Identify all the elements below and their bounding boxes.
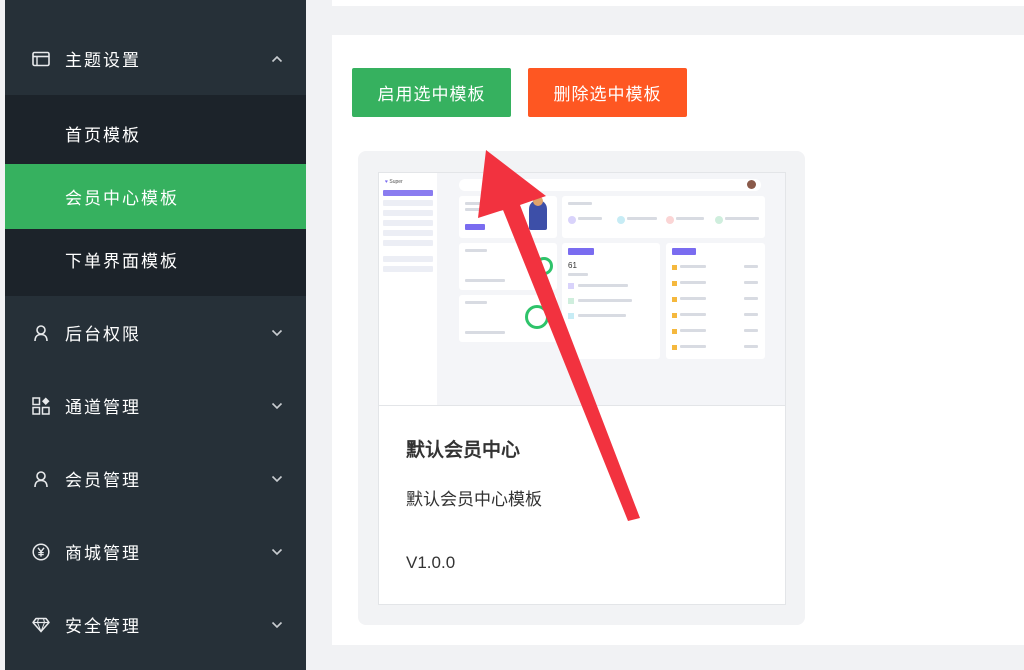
- preview-logo: ♥ Super: [385, 179, 403, 185]
- sidebar-subitem-home-template[interactable]: 首页模板: [5, 101, 306, 166]
- subitem-label: 下单界面模板: [65, 252, 179, 272]
- chevron-down-icon: [271, 327, 283, 339]
- preview-list-card: [666, 243, 765, 359]
- preview-welcome-card: [459, 196, 557, 238]
- sidebar-subitem-member-center-template[interactable]: 会员中心模板: [5, 164, 306, 229]
- template-title: 默认会员中心: [406, 439, 521, 461]
- delete-selected-template-button[interactable]: 删除选中模板: [528, 68, 687, 117]
- sidebar-subitem-order-page-template[interactable]: 下单界面模板: [5, 227, 306, 292]
- chevron-down-icon: [271, 546, 283, 558]
- user-icon: [31, 469, 51, 489]
- sidebar-item-label: 主题设置: [65, 51, 141, 71]
- sidebar-item-member-management[interactable]: 会员管理: [5, 442, 306, 515]
- sidebar-item-mall-management[interactable]: 商城管理: [5, 515, 306, 588]
- preview-ring-card-2: [459, 295, 557, 342]
- window-icon: [31, 49, 51, 69]
- preview-search-bar: [459, 179, 761, 191]
- enable-selected-template-button[interactable]: 启用选中模板: [352, 68, 511, 117]
- preview-sidebar: ♥ Super: [379, 173, 437, 405]
- template-preview-thumbnail: ♥ Super 61: [379, 173, 785, 406]
- sidebar-item-label: 后台权限: [65, 325, 141, 345]
- theme-submenu: 首页模板 会员中心模板 下单界面模板: [5, 95, 306, 296]
- sidebar-item-label: 商城管理: [65, 544, 141, 564]
- preview-orders-card: 61: [562, 243, 660, 359]
- yen-icon: [31, 542, 51, 562]
- apps-icon: [31, 396, 51, 416]
- preview-stats-card: [562, 196, 765, 238]
- sidebar-item-label: 通道管理: [65, 398, 141, 418]
- diamond-icon: [31, 615, 51, 635]
- sidebar-item-label: 安全管理: [65, 617, 141, 637]
- user-icon: [31, 323, 51, 343]
- sidebar-item-channel-management[interactable]: 通道管理: [5, 369, 306, 442]
- preview-ring-card-1: [459, 243, 557, 290]
- template-description: 默认会员中心模板: [406, 490, 542, 510]
- template-card[interactable]: ♥ Super 61 默认会员中心 默认会员中心模板 V1.0.0: [378, 172, 786, 605]
- chevron-down-icon: [271, 619, 283, 631]
- template-version: V1.0.0: [406, 553, 456, 572]
- subitem-label: 会员中心模板: [65, 189, 179, 209]
- subitem-label: 首页模板: [65, 126, 141, 146]
- sidebar-item-admin-permissions[interactable]: 后台权限: [5, 296, 306, 369]
- chevron-down-icon: [271, 400, 283, 412]
- sidebar-item-label: 会员管理: [65, 471, 141, 491]
- sidebar: 主题设置 首页模板 会员中心模板 下单界面模板 后台权限 通道管理 会员管理 商…: [5, 0, 306, 670]
- preview-avatar: [747, 180, 756, 189]
- chevron-up-icon: [271, 53, 283, 65]
- sidebar-item-security-management[interactable]: 安全管理: [5, 588, 306, 661]
- top-panel-edge: [332, 0, 1024, 6]
- chevron-down-icon: [271, 473, 283, 485]
- sidebar-item-theme-settings[interactable]: 主题设置: [5, 22, 306, 95]
